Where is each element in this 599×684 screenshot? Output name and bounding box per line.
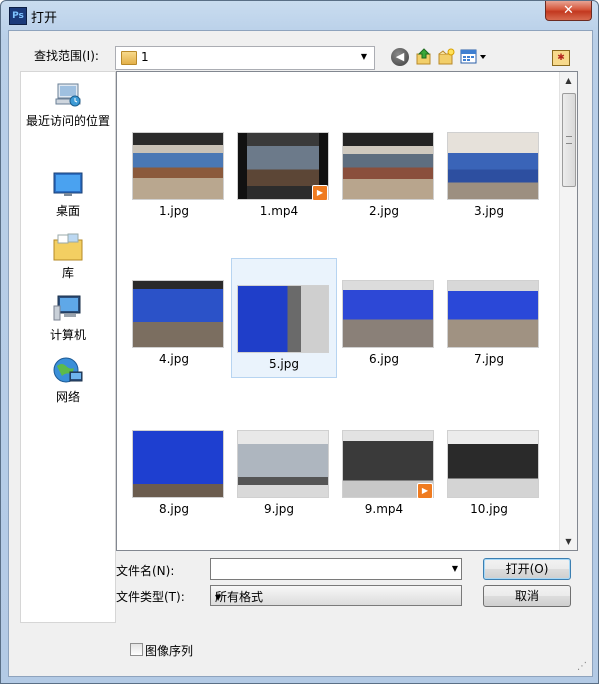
file-item-partial[interactable] bbox=[227, 548, 331, 550]
file-name: 7.jpg bbox=[473, 352, 505, 366]
file-item[interactable]: 10.jpg bbox=[437, 420, 541, 538]
file-item-partial[interactable] bbox=[332, 548, 436, 550]
file-item[interactable]: 4.jpg bbox=[122, 270, 226, 388]
file-thumbnail bbox=[237, 285, 329, 353]
resize-grip-icon[interactable]: ⋰ bbox=[577, 661, 589, 673]
look-in-label: 查找范围(I): bbox=[34, 49, 99, 63]
file-item[interactable]: 9.jpg bbox=[227, 420, 331, 538]
back-icon[interactable]: ◀ bbox=[391, 48, 409, 66]
scrollbar-thumb[interactable] bbox=[562, 93, 576, 187]
title-bar[interactable]: Ps 打开 ✕ bbox=[1, 1, 598, 29]
file-thumbnail bbox=[132, 280, 224, 348]
chevron-down-icon[interactable]: ▼ bbox=[356, 48, 372, 66]
scroll-up-icon[interactable]: ▲ bbox=[560, 72, 577, 89]
place-network[interactable]: 网络 bbox=[21, 356, 115, 405]
look-in-combo[interactable]: 1 ▼ bbox=[115, 46, 375, 70]
computer-icon bbox=[52, 294, 84, 324]
video-badge-icon: ▶ bbox=[312, 185, 328, 201]
place-libraries[interactable]: 库 bbox=[21, 232, 115, 281]
file-thumbnail bbox=[447, 132, 539, 200]
file-name: 9.mp4 bbox=[364, 502, 404, 516]
file-item[interactable]: 8.jpg bbox=[122, 420, 226, 538]
filetype-label: 文件类型(T): bbox=[116, 590, 185, 604]
file-item[interactable]: 1.jpg bbox=[122, 122, 226, 240]
video-badge-icon: ▶ bbox=[417, 483, 433, 499]
place-label: 库 bbox=[61, 266, 74, 280]
look-in-value: 1 bbox=[141, 50, 149, 64]
file-thumbnail bbox=[342, 280, 434, 348]
file-item-partial[interactable] bbox=[437, 548, 541, 550]
chevron-down-icon[interactable]: ▼ bbox=[215, 588, 458, 607]
file-name: 2.jpg bbox=[368, 204, 400, 218]
file-item[interactable]: 7.jpg bbox=[437, 270, 541, 388]
network-icon bbox=[52, 356, 84, 386]
file-item[interactable]: 3.jpg bbox=[437, 122, 541, 240]
file-item[interactable]: ▶ 9.mp4 bbox=[332, 420, 436, 538]
file-list-view[interactable]: 1.jpg ▶ 1.mp4 2.jpg 3.jpg 4.jpg 5.jpg 6.… bbox=[116, 71, 578, 551]
file-item[interactable]: 2.jpg bbox=[332, 122, 436, 240]
place-recent[interactable]: 最近访问的位置 bbox=[21, 80, 115, 129]
file-item[interactable]: 6.jpg bbox=[332, 270, 436, 388]
file-item[interactable]: ▶ 1.mp4 bbox=[227, 122, 331, 240]
file-thumbnail bbox=[342, 132, 434, 200]
recent-places-icon bbox=[52, 80, 84, 110]
file-item-selected[interactable]: 5.jpg bbox=[231, 258, 337, 378]
favorites-icon[interactable]: ✱ bbox=[552, 50, 570, 66]
filetype-select[interactable]: 所有格式 ▼ bbox=[210, 585, 462, 606]
dialog-client-area: 查找范围(I): 1 ▼ ◀ ✱ 最近访问的位置 桌面 库 计算机 网络 1.j… bbox=[8, 30, 593, 677]
file-thumbnail bbox=[447, 280, 539, 348]
file-name: 9.jpg bbox=[263, 502, 295, 516]
file-thumbnail bbox=[132, 430, 224, 498]
file-name: 1.jpg bbox=[158, 204, 190, 218]
file-thumbnail bbox=[237, 430, 329, 498]
open-button[interactable]: 打开(O) bbox=[483, 558, 571, 580]
file-name: 5.jpg bbox=[268, 357, 300, 371]
view-menu-icon[interactable] bbox=[460, 48, 488, 66]
open-dialog-window: Ps 打开 ✕ 查找范围(I): 1 ▼ ◀ ✱ 最近访问的位置 桌面 库 计算… bbox=[0, 0, 599, 684]
new-folder-icon[interactable] bbox=[437, 48, 455, 66]
scroll-down-icon[interactable]: ▼ bbox=[560, 533, 577, 550]
up-folder-icon[interactable] bbox=[415, 48, 433, 66]
filename-label: 文件名(N): bbox=[116, 564, 175, 578]
file-thumbnail bbox=[132, 132, 224, 200]
grip-icon bbox=[566, 136, 572, 144]
folder-icon bbox=[121, 51, 137, 65]
place-computer[interactable]: 计算机 bbox=[21, 294, 115, 343]
photoshop-app-icon: Ps bbox=[9, 7, 27, 25]
file-name: 4.jpg bbox=[158, 352, 190, 366]
place-desktop[interactable]: 桌面 bbox=[21, 170, 115, 219]
places-bar: 最近访问的位置 桌面 库 计算机 网络 bbox=[20, 71, 116, 623]
close-button[interactable]: ✕ bbox=[545, 1, 592, 21]
desktop-icon bbox=[52, 170, 84, 200]
place-label: 最近访问的位置 bbox=[25, 114, 110, 128]
filename-input[interactable]: ▼ bbox=[210, 558, 462, 580]
image-sequence-label: 图像序列 bbox=[145, 644, 194, 658]
file-thumbnail bbox=[447, 430, 539, 498]
place-label: 网络 bbox=[55, 390, 80, 404]
file-name: 10.jpg bbox=[470, 502, 508, 516]
cancel-button[interactable]: 取消 bbox=[483, 585, 571, 607]
file-name: 3.jpg bbox=[473, 204, 505, 218]
file-item-partial[interactable] bbox=[122, 548, 226, 550]
file-name: 1.mp4 bbox=[259, 204, 299, 218]
libraries-icon bbox=[52, 232, 84, 262]
vertical-scrollbar[interactable]: ▲ ▼ bbox=[559, 72, 577, 550]
place-label: 计算机 bbox=[49, 328, 86, 342]
place-label: 桌面 bbox=[55, 204, 80, 218]
image-sequence-checkbox[interactable] bbox=[130, 643, 143, 656]
chevron-down-icon[interactable]: ▼ bbox=[452, 559, 458, 579]
file-name: 6.jpg bbox=[368, 352, 400, 366]
window-title: 打开 bbox=[31, 11, 58, 26]
file-name: 8.jpg bbox=[158, 502, 190, 516]
